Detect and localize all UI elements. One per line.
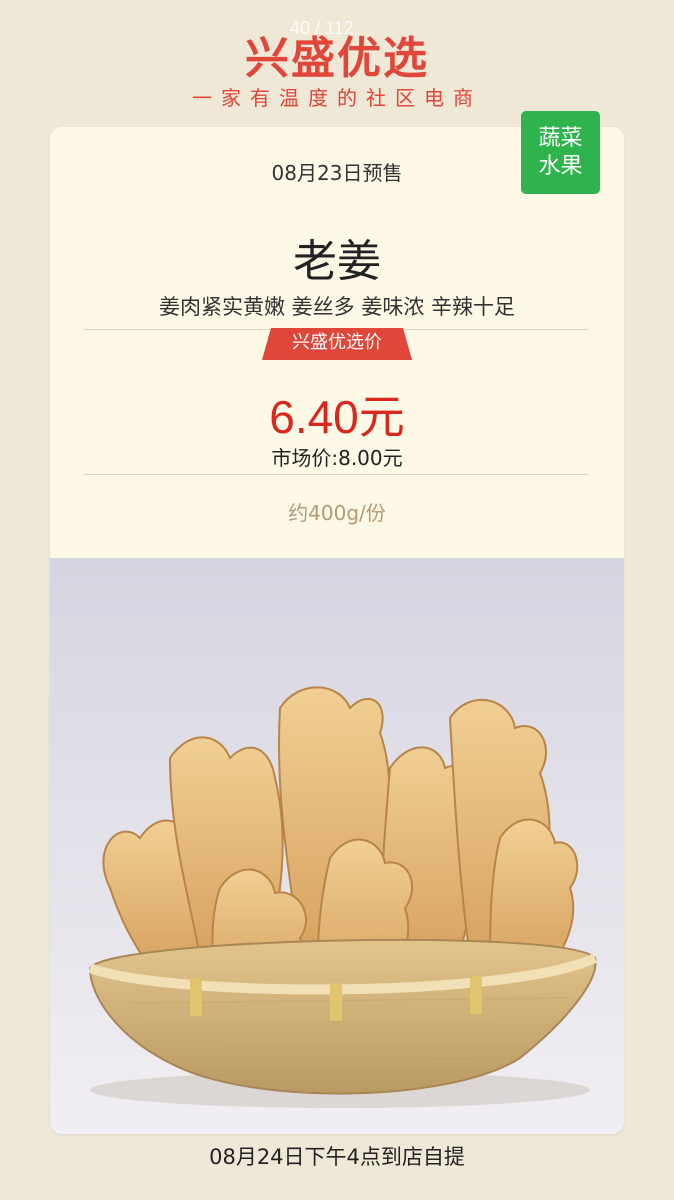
portion-weight: 约400g/份	[288, 501, 386, 525]
product-description: 姜肉紧实黄嫩 姜丝多 姜味浓 辛辣十足	[158, 295, 516, 319]
category-line-1: 蔬菜	[538, 125, 583, 151]
page-counter: 40 / 112	[290, 18, 354, 38]
product-name: 老姜	[293, 236, 381, 287]
category-line-2: 水果	[538, 153, 583, 179]
product-page: 兴盛优选 40 / 112 一家有温度的社区电商 蔬菜 水果 08月23日预售 …	[0, 0, 674, 1200]
divider	[84, 474, 588, 475]
price-label-ribbon: 兴盛优选价	[262, 328, 412, 360]
product-card[interactable]: 08月23日预售 老姜 姜肉紧实黄嫩 姜丝多 姜味浓 辛辣十足 兴盛优选价 6.…	[50, 127, 624, 1134]
brand-slogan: 一家有温度的社区电商	[192, 86, 482, 110]
category-badge[interactable]: 蔬菜 水果	[521, 111, 600, 194]
sale-price: 6.40元	[269, 391, 405, 443]
pickup-info: 08月24日下午4点到店自提	[209, 1145, 465, 1169]
ginger-basket-photo	[50, 558, 624, 1134]
market-price: 市场价:8.00元	[271, 446, 403, 470]
